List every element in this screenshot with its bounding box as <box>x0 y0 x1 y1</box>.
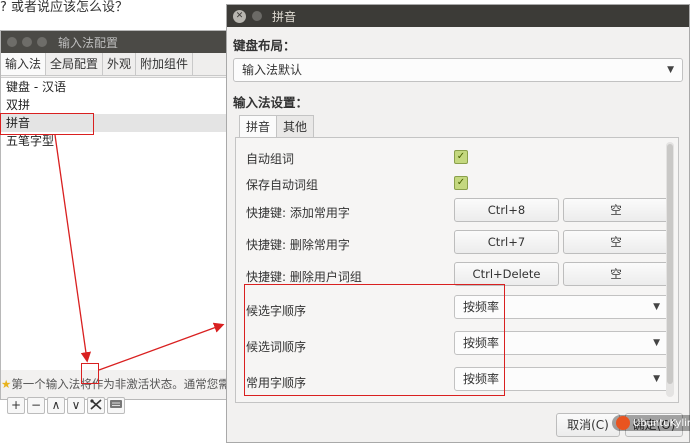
ubuntukylin-logo: UbuntuKylin <box>612 415 690 431</box>
arrow-to-pinyin-window <box>98 322 225 371</box>
annotation-arrows <box>54 134 225 371</box>
logo-text: UbuntuKylin <box>633 417 690 429</box>
ubuntu-logo-icon <box>616 416 630 430</box>
arrow-to-configure <box>54 134 92 363</box>
